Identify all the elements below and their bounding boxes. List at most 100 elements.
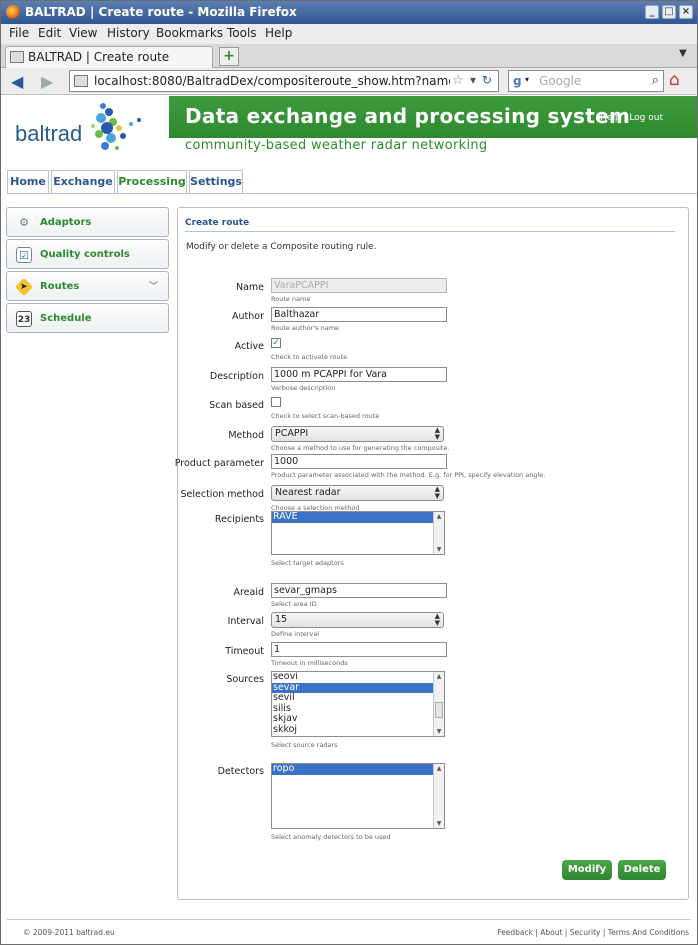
window-title: BALTRAD | Create route - Mozilla Firefox [25, 5, 297, 19]
browser-tab[interactable]: BALTRAD | Create route [5, 46, 213, 68]
modify-button[interactable]: Modify [562, 860, 612, 880]
menu-tools[interactable]: Tools [227, 26, 257, 40]
active-checkbox[interactable]: ✓ [271, 338, 281, 348]
scan-based-label: Scan based [209, 400, 264, 411]
site-subtitle: community-based weather radar networking [185, 138, 488, 153]
chevron-down-icon[interactable]: ﹀ [149, 279, 158, 292]
menu-help[interactable]: Help [265, 26, 292, 40]
tab-list-chevron-icon[interactable]: ▼ [679, 48, 687, 59]
tab-exchange[interactable]: Exchange [51, 170, 115, 194]
areaid-field[interactable]: sevar_gmaps [271, 583, 447, 598]
panel-divider [185, 231, 675, 232]
sidebar-item-quality-controls[interactable]: ☑ Quality controls [6, 239, 169, 269]
list-item[interactable]: RAVE [272, 512, 444, 523]
sidebar-item-adaptors[interactable]: ⚙ Adaptors [6, 207, 169, 237]
menu-bar: File Edit View History Bookmarks Tools H… [1, 24, 697, 44]
recipients-label: Recipients [214, 514, 264, 525]
gears-icon: ⚙ [19, 216, 29, 229]
search-box[interactable]: g ▾ Google ⌕ [508, 70, 664, 92]
selection-method-select[interactable]: Nearest radar ▲ ▼ [271, 485, 444, 501]
sidebar-item-schedule[interactable]: 23 Schedule [6, 303, 169, 333]
back-arrow-icon[interactable]: ◀ [11, 72, 23, 91]
home-icon[interactable]: ⌂ [669, 70, 680, 90]
feed-dropdown-icon[interactable]: ▾ [470, 73, 476, 87]
menu-history[interactable]: History [107, 26, 150, 40]
method-select[interactable]: PCAPPI ▲ ▼ [271, 426, 444, 442]
scrollbar[interactable]: ▲ ▼ [433, 672, 444, 736]
author-field[interactable]: Balthazar [271, 307, 447, 322]
product-parameter-label: Product parameter [174, 458, 264, 469]
tabs-divider [7, 193, 697, 194]
interval-hint: Define interval [271, 630, 320, 638]
footer: © 2009-2011 baltrad.eu Feedback | About … [7, 919, 691, 937]
scrollbar-thumb[interactable] [435, 702, 443, 718]
recipients-hint: Select target adaptors [271, 559, 344, 567]
product-parameter-field[interactable]: 1000 [271, 454, 447, 469]
page-favicon-icon [10, 51, 24, 63]
menu-edit[interactable]: Edit [38, 26, 61, 40]
list-item[interactable]: skjav [272, 713, 444, 725]
recipients-list[interactable]: RAVE ▲ ▼ [271, 511, 445, 555]
method-hint: Choose a method to use for generating th… [271, 444, 450, 452]
footer-links[interactable]: Feedback | About | Security | Terms And … [497, 928, 689, 937]
create-route-panel: Create route Modify or delete a Composit… [174, 207, 689, 900]
forward-arrow-icon[interactable]: ▶ [41, 72, 53, 91]
scan-based-checkbox[interactable] [271, 397, 281, 407]
panel-description: Modify or delete a Composite routing rul… [186, 242, 377, 252]
tab-processing[interactable]: Processing [117, 170, 187, 194]
scroll-down-icon[interactable]: ▼ [435, 820, 443, 827]
browser-window: BALTRAD | Create route - Mozilla Firefox… [0, 0, 698, 945]
interval-select[interactable]: 15 ▲ ▼ [271, 612, 444, 628]
sidebar-item-label: Routes [40, 281, 80, 292]
scroll-up-icon[interactable]: ▲ [435, 513, 443, 520]
baltrad-logo[interactable]: baltrad [15, 121, 82, 147]
browser-tab-bar: BALTRAD | Create route + ▼ [1, 44, 697, 68]
scrollbar[interactable]: ▲ ▼ [433, 764, 444, 828]
scroll-up-icon[interactable]: ▲ [435, 673, 443, 680]
search-icon[interactable]: ⌕ [652, 73, 659, 88]
detectors-hint: Select anomaly detectors to be used [271, 833, 391, 841]
title-bar: BALTRAD | Create route - Mozilla Firefox… [1, 1, 697, 24]
delete-button[interactable]: Delete [618, 860, 666, 880]
detectors-list[interactable]: ropo ▲ ▼ [271, 763, 445, 829]
scroll-down-icon[interactable]: ▼ [435, 546, 443, 553]
menu-bookmarks[interactable]: Bookmarks [156, 26, 223, 40]
url-bar[interactable]: localhost:8080/BaltradDex/compositeroute… [69, 70, 499, 92]
url-text[interactable]: localhost:8080/BaltradDex/compositeroute… [94, 74, 450, 88]
sources-label: Sources [226, 674, 264, 685]
scrollbar[interactable]: ▲ ▼ [433, 512, 444, 554]
reload-icon[interactable]: ↻ [482, 73, 492, 87]
menu-view[interactable]: View [69, 26, 97, 40]
sidebar-item-routes[interactable]: ➤ Routes ﹀ [6, 271, 169, 301]
timeout-hint: Timeout in milliseconds [271, 659, 348, 667]
help-logout-links[interactable]: Help | Log out [600, 113, 663, 123]
minimize-icon[interactable]: _ [645, 5, 659, 19]
description-field[interactable]: 1000 m PCAPPI for Vara [271, 367, 447, 382]
sidebar-item-label: Quality controls [40, 249, 130, 260]
list-item[interactable]: seovi [272, 672, 444, 683]
tab-home[interactable]: Home [7, 170, 49, 194]
search-input[interactable]: Google [539, 74, 581, 88]
method-label: Method [228, 430, 264, 441]
detectors-label: Detectors [217, 766, 264, 777]
sidebar-item-label: Schedule [40, 313, 92, 324]
calendar-icon: 23 [16, 311, 32, 327]
list-item[interactable]: sevar [272, 682, 444, 693]
maximize-icon[interactable]: □ [662, 5, 676, 19]
list-item[interactable]: sevil [272, 692, 444, 704]
bookmark-star-icon[interactable]: ☆ [452, 73, 464, 88]
search-engine-icon[interactable]: g [513, 74, 522, 88]
list-item[interactable]: skkoj [272, 724, 444, 736]
new-tab-button[interactable]: + [219, 47, 239, 66]
select-arrows-icon: ▲ ▼ [434, 612, 440, 627]
timeout-field[interactable]: 1 [271, 642, 447, 657]
scroll-down-icon[interactable]: ▼ [435, 728, 443, 735]
close-icon[interactable]: × [679, 5, 693, 19]
tab-settings[interactable]: Settings [189, 170, 243, 194]
scroll-up-icon[interactable]: ▲ [435, 765, 443, 772]
menu-file[interactable]: File [9, 26, 29, 40]
search-engine-chevron-icon[interactable]: ▾ [525, 75, 529, 84]
sources-list[interactable]: seovi sevar sevil silis skjav skkoj ▲ ▼ [271, 671, 445, 737]
list-item[interactable]: ropo [272, 764, 444, 775]
route-sign-icon: ➤ [14, 277, 34, 297]
